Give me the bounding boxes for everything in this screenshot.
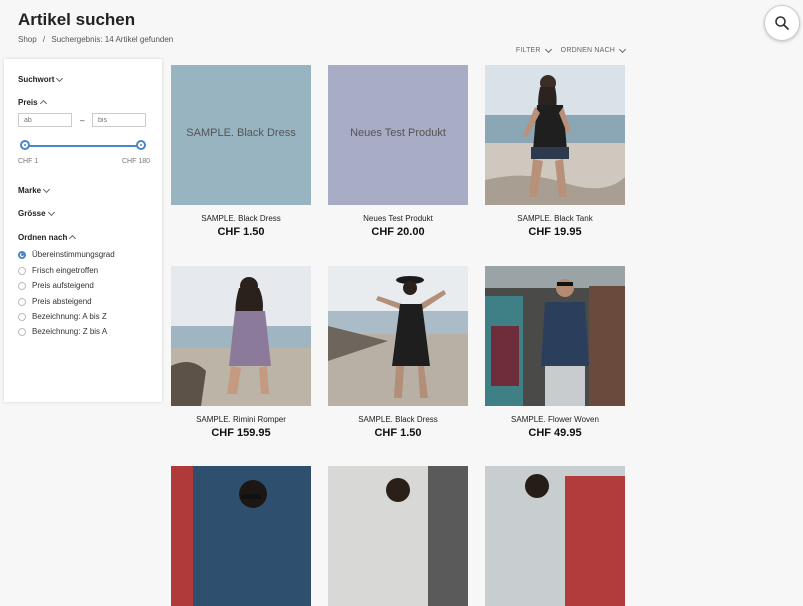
product-price: CHF 20.00 xyxy=(371,226,425,238)
chevron-down-icon xyxy=(618,45,627,54)
product-card[interactable] xyxy=(171,466,311,606)
brand-label: Marke xyxy=(18,186,42,195)
breadcrumb-separator: / xyxy=(42,35,46,44)
product-price: CHF 49.95 xyxy=(528,427,582,439)
breadcrumb-shop-link[interactable]: Shop xyxy=(18,35,37,44)
radio-icon xyxy=(18,312,26,321)
model-photo xyxy=(171,466,311,606)
toolbar: FILTER ORDNEN NACH xyxy=(515,45,627,54)
sort-option-name-asc[interactable]: Bezeichnung: A bis Z xyxy=(18,312,107,321)
page-title: Artikel suchen xyxy=(18,10,136,29)
product-name[interactable]: SAMPLE. Flower Woven xyxy=(485,415,625,424)
model-photo xyxy=(328,466,468,606)
product-card[interactable]: SAMPLE. Flower Woven CHF 49.95 xyxy=(485,266,625,439)
chevron-down-icon xyxy=(544,45,552,54)
sort-option-label: Preis aufsteigend xyxy=(32,281,94,290)
filter-sidebar: Suchwort Preis – CHF 1 CHF 180 Marke Grö… xyxy=(4,59,162,402)
product-image-placeholder[interactable]: SAMPLE. Black Dress xyxy=(171,65,311,205)
product-name[interactable]: SAMPLE. Black Dress xyxy=(328,415,468,424)
search-term-label: Suchwort xyxy=(18,75,55,84)
sort-option-label: Übereinstimmungsgrad xyxy=(32,250,115,259)
price-slider-min-handle[interactable] xyxy=(20,140,30,150)
size-section[interactable]: Grösse xyxy=(18,208,55,218)
product-name[interactable]: SAMPLE. Rimini Romper xyxy=(171,415,311,424)
black-dress-model-photo xyxy=(328,266,468,406)
product-image[interactable] xyxy=(171,266,311,406)
price-to-input[interactable] xyxy=(92,113,146,127)
sort-toggle[interactable]: ORDNEN NACH xyxy=(560,45,627,54)
radio-icon xyxy=(18,281,26,290)
product-price: CHF 1.50 xyxy=(374,427,422,439)
sort-option-label: Preis absteigend xyxy=(32,297,92,306)
radio-checked-icon xyxy=(18,250,26,259)
price-min-label: CHF 1 xyxy=(18,158,39,165)
filter-label: FILTER xyxy=(515,47,541,54)
filter-toggle[interactable]: FILTER xyxy=(515,45,552,54)
radio-icon xyxy=(18,266,26,275)
size-label: Grösse xyxy=(18,209,46,218)
product-price: CHF 159.95 xyxy=(211,427,271,439)
radio-icon xyxy=(18,327,26,336)
product-card[interactable]: SAMPLE. Black Tank CHF 19.95 xyxy=(485,65,625,238)
chevron-down-icon xyxy=(43,185,51,194)
product-name[interactable]: SAMPLE. Black Tank xyxy=(485,214,625,223)
product-image[interactable] xyxy=(485,65,625,205)
price-range-dash: – xyxy=(80,116,85,125)
radio-icon xyxy=(18,297,26,306)
product-image[interactable] xyxy=(485,266,625,406)
beach-model-photo xyxy=(485,65,625,205)
sort-option-name-desc[interactable]: Bezeichnung: Z bis A xyxy=(18,327,107,336)
sort-option-price-desc[interactable]: Preis absteigend xyxy=(18,297,92,306)
search-button[interactable] xyxy=(764,5,800,41)
product-name[interactable]: SAMPLE. Black Dress xyxy=(171,214,311,223)
product-image[interactable] xyxy=(328,466,468,606)
price-max-label: CHF 180 xyxy=(121,158,150,165)
sort-label: ORDNEN NACH xyxy=(560,47,615,54)
placeholder-label: SAMPLE. Black Dress xyxy=(186,127,296,139)
model-photo xyxy=(485,466,625,606)
sort-option-label: Frisch eingetroffen xyxy=(32,266,99,275)
product-image[interactable] xyxy=(485,466,625,606)
sort-section[interactable]: Ordnen nach xyxy=(18,233,77,243)
product-image[interactable] xyxy=(171,466,311,606)
sort-option-relevance[interactable]: Übereinstimmungsgrad xyxy=(18,250,115,259)
product-card[interactable]: SAMPLE. Black Dress CHF 1.50 xyxy=(328,266,468,439)
product-card[interactable] xyxy=(328,466,468,606)
product-card[interactable] xyxy=(485,466,625,606)
flower-woven-model-photo xyxy=(485,266,625,406)
price-from-input[interactable] xyxy=(18,113,72,127)
breadcrumb: Shop / Suchergebnis: 14 Artikel gefunden xyxy=(18,35,177,44)
product-card[interactable]: Neues Test Produkt Neues Test Produkt CH… xyxy=(328,65,468,238)
sort-option-price-asc[interactable]: Preis aufsteigend xyxy=(18,281,94,290)
placeholder-label: Neues Test Produkt xyxy=(350,127,446,139)
brand-section[interactable]: Marke xyxy=(18,185,51,195)
breadcrumb-current: Suchergebnis: 14 Artikel gefunden xyxy=(51,35,174,44)
chevron-down-icon xyxy=(47,208,55,217)
product-card[interactable]: SAMPLE. Rimini Romper CHF 159.95 xyxy=(171,266,311,439)
chevron-down-icon xyxy=(56,74,64,83)
sort-section-label: Ordnen nach xyxy=(18,233,68,242)
sort-option-newest[interactable]: Frisch eingetroffen xyxy=(18,266,98,275)
product-image-placeholder[interactable]: Neues Test Produkt xyxy=(328,65,468,205)
product-price: CHF 1.50 xyxy=(217,226,265,238)
price-section[interactable]: Preis xyxy=(18,98,47,108)
chevron-up-icon xyxy=(69,234,77,243)
sort-option-label: Bezeichnung: A bis Z xyxy=(32,312,107,321)
sort-option-label: Bezeichnung: Z bis A xyxy=(32,327,108,336)
price-label: Preis xyxy=(18,98,38,107)
search-icon xyxy=(775,16,789,30)
search-term-section[interactable]: Suchwort xyxy=(18,74,64,84)
price-slider-track[interactable] xyxy=(24,145,142,147)
product-price: CHF 19.95 xyxy=(528,226,582,238)
chevron-up-icon xyxy=(39,99,47,108)
product-card[interactable]: SAMPLE. Black Dress SAMPLE. Black Dress … xyxy=(171,65,311,238)
product-image[interactable] xyxy=(328,266,468,406)
product-name[interactable]: Neues Test Produkt xyxy=(328,214,468,223)
price-slider-max-handle[interactable] xyxy=(136,140,146,150)
romper-model-photo xyxy=(171,266,311,406)
